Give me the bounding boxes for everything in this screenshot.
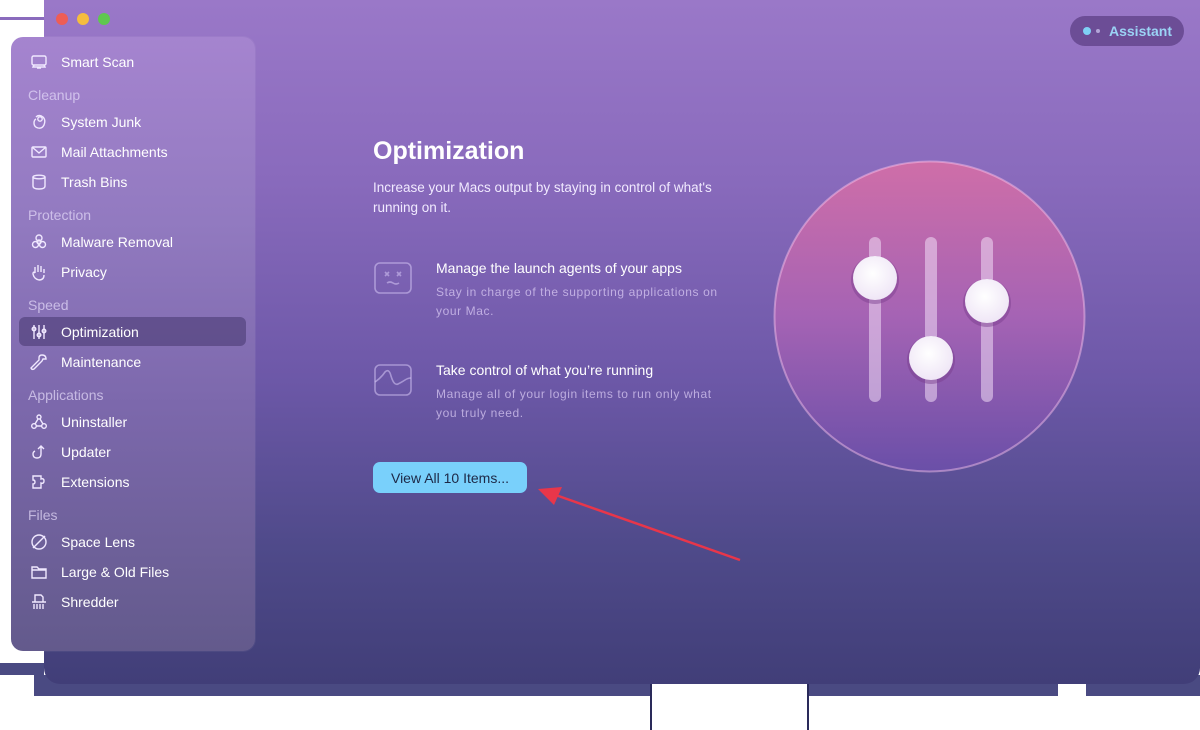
sliders-icon [28, 322, 50, 342]
sidebar-item-shredder[interactable]: Shredder [19, 587, 246, 616]
sliders-hero-icon [773, 160, 1086, 473]
sidebar-item-label: Trash Bins [61, 173, 128, 190]
feature-title: Take control of what you’re running [436, 362, 654, 378]
sidebar-item-label: Space Lens [61, 533, 135, 550]
page-subtitle: Increase your Macs output by staying in … [373, 180, 712, 215]
sidebar-item-optimization[interactable]: Optimization [19, 317, 246, 346]
sidebar-section-protection: Protection [28, 207, 92, 223]
sidebar-item-label: System Junk [61, 113, 142, 130]
sidebar-item-large-old-files[interactable]: Large & Old Files [19, 557, 246, 586]
sidebar-item-space-lens[interactable]: Space Lens [19, 527, 246, 556]
background-window-edge [650, 684, 809, 730]
trash-icon [28, 172, 50, 192]
system-junk-icon [28, 112, 50, 132]
waveform-icon [374, 364, 412, 396]
assistant-label: Assistant [1109, 23, 1173, 39]
puzzle-icon [28, 472, 50, 492]
assistant-status-dot-icon [1083, 27, 1091, 35]
sidebar-item-updater[interactable]: Updater [19, 437, 246, 466]
feature-description: Stay in charge of the supporting applica… [436, 285, 718, 318]
sidebar-item-label: Optimization [61, 323, 139, 340]
folder-icon [28, 562, 50, 582]
sidebar-section-cleanup: Cleanup [28, 87, 81, 103]
sidebar-item-privacy[interactable]: Privacy [19, 257, 246, 286]
sidebar-item-label: Extensions [61, 473, 130, 490]
minimize-button[interactable] [77, 13, 89, 25]
planet-icon [28, 532, 50, 552]
sidebar-item-mail-attachments[interactable]: Mail Attachments [19, 137, 246, 166]
sidebar-item-smart-scan[interactable]: Smart Scan [19, 47, 246, 76]
sidebar-section-speed: Speed [28, 297, 69, 313]
sidebar-item-label: Smart Scan [61, 53, 135, 70]
sidebar-item-trash-bins[interactable]: Trash Bins [19, 167, 246, 196]
sidebar-item-label: Mail Attachments [61, 143, 168, 160]
biohazard-icon [28, 232, 50, 252]
wrench-icon [28, 352, 50, 372]
sidebar-item-label: Malware Removal [61, 233, 174, 250]
updater-icon [28, 442, 50, 462]
assistant-status-dot-small-icon [1096, 29, 1100, 33]
view-all-items-button[interactable]: View All 10 Items... [373, 462, 527, 493]
assistant-button[interactable]: Assistant [1070, 16, 1184, 46]
background-window-strip [0, 17, 44, 20]
zoom-button[interactable] [98, 13, 110, 25]
monitor-icon [28, 52, 50, 72]
sidebar-item-label: Shredder [61, 593, 119, 610]
sidebar-item-label: Updater [61, 443, 111, 460]
sidebar-section-applications: Applications [28, 387, 104, 403]
background-window-edge [1058, 684, 1086, 696]
page-title: Optimization [373, 137, 525, 165]
sidebar-item-label: Privacy [61, 263, 107, 280]
sidebar-item-extensions[interactable]: Extensions [19, 467, 246, 496]
hand-icon [28, 262, 50, 282]
annotation-arrow-icon [538, 487, 741, 562]
uninstaller-icon [28, 412, 50, 432]
mail-icon [28, 142, 50, 162]
background-window-strip [0, 663, 44, 675]
shredder-icon [28, 592, 50, 612]
feature-title: Manage the launch agents of your apps [436, 260, 682, 276]
feature-description: Manage all of your login items to run on… [436, 387, 712, 420]
dead-face-icon [374, 262, 412, 294]
sidebar-item-label: Maintenance [61, 353, 142, 370]
sidebar-item-maintenance[interactable]: Maintenance [19, 347, 246, 376]
sidebar-item-system-junk[interactable]: System Junk [19, 107, 246, 136]
sidebar-item-label: Large & Old Files [61, 563, 170, 580]
sidebar-item-malware-removal[interactable]: Malware Removal [19, 227, 246, 256]
sidebar-section-files: Files [28, 507, 58, 523]
close-button[interactable] [56, 13, 68, 25]
sidebar-item-uninstaller[interactable]: Uninstaller [19, 407, 246, 436]
sidebar: Smart Scan Cleanup System Junk Mail Atta… [11, 37, 255, 651]
sidebar-item-label: Uninstaller [61, 413, 128, 430]
